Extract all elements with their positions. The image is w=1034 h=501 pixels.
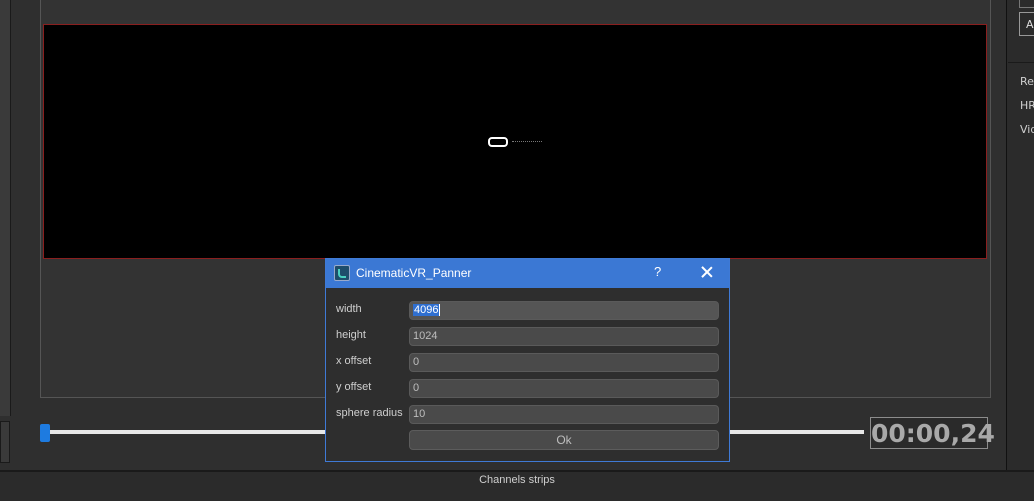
help-button[interactable]: ?: [654, 264, 661, 279]
right-panel-label-3: Vid: [1020, 123, 1034, 136]
sphere-radius-label: sphere radius: [336, 407, 403, 419]
height-field[interactable]: 1024: [409, 327, 719, 346]
text-caret: [439, 304, 441, 317]
channels-strips-label[interactable]: Channels strips: [0, 474, 1034, 486]
x-offset-field[interactable]: 0: [409, 353, 719, 372]
video-object: [488, 137, 508, 147]
left-panel-edge: [0, 0, 11, 416]
panner-dialog: CinematicVR_Panner ? width 4096 height 1…: [325, 258, 730, 462]
left-panel-scrollbar[interactable]: [0, 421, 10, 463]
right-panel-control[interactable]: [1019, 0, 1034, 8]
app-icon: [334, 265, 350, 281]
dialog-titlebar[interactable]: CinematicVR_Panner ?: [326, 259, 729, 288]
video-preview: [43, 24, 987, 259]
sphere-radius-field[interactable]: 10: [409, 405, 719, 424]
y-offset-label: y offset: [336, 381, 372, 393]
right-panel: [1006, 0, 1034, 470]
timecode-display: 00:00,24: [870, 417, 995, 449]
ok-button[interactable]: Ok: [409, 430, 719, 450]
right-panel-divider: [1008, 62, 1034, 63]
timeline-handle[interactable]: [40, 424, 50, 442]
video-dots: [512, 141, 542, 143]
dialog-title: CinematicVR_Panner: [356, 266, 472, 280]
close-icon[interactable]: [699, 263, 715, 281]
y-offset-field[interactable]: 0: [409, 379, 719, 398]
right-panel-label-2: HR: [1020, 99, 1034, 112]
width-field[interactable]: 4096: [409, 301, 719, 320]
width-value: 4096: [413, 304, 440, 316]
x-offset-label: x offset: [336, 355, 372, 367]
right-panel-label-1: Re: [1020, 75, 1034, 88]
right-panel-dropdown[interactable]: A: [1019, 12, 1034, 36]
height-label: height: [336, 329, 366, 341]
width-label: width: [336, 303, 362, 315]
